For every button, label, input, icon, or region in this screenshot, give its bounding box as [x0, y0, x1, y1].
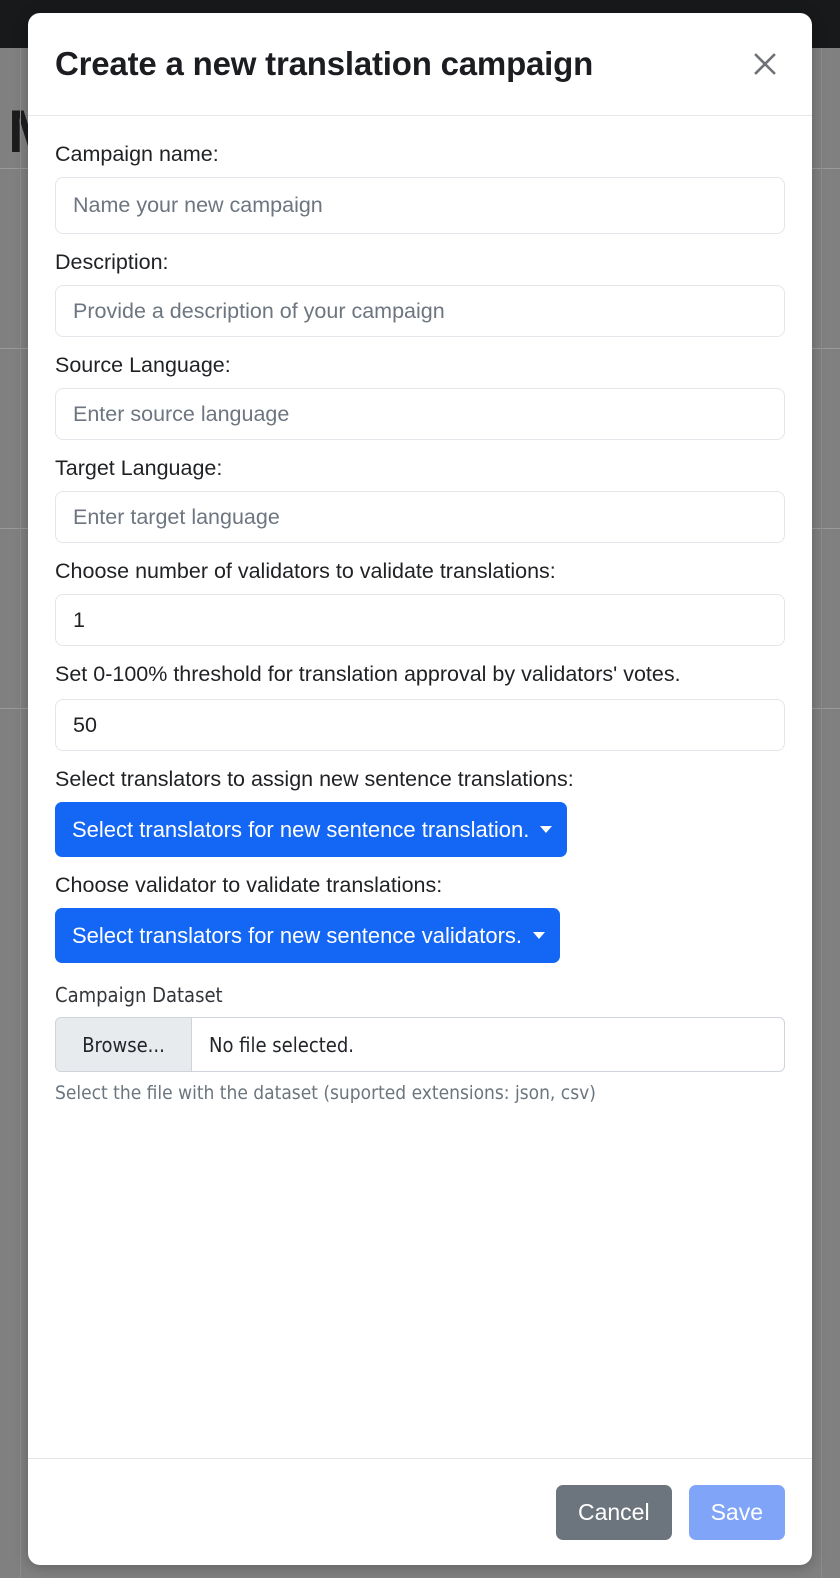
- save-button[interactable]: Save: [688, 1484, 785, 1540]
- dataset-help-text: Select the file with the dataset (suport…: [55, 1082, 596, 1105]
- target-language-field[interactable]: [55, 491, 785, 544]
- field-campaign-name: Campaign name:: [55, 140, 785, 235]
- background-divider: [821, 48, 822, 1578]
- modal-body: Campaign name: Description: Source Langu…: [28, 116, 812, 1458]
- search-input-campaign-name[interactable]: [55, 177, 785, 235]
- browse-button[interactable]: Browse...: [56, 1018, 192, 1072]
- background-divider: [20, 48, 21, 1578]
- label-target-language: Target Language:: [55, 456, 223, 481]
- field-select-validators: Choose validator to validate translation…: [55, 871, 785, 964]
- dataset-file-input[interactable]: Browse... No file selected.: [55, 1017, 785, 1073]
- chevron-down-icon: [540, 826, 553, 834]
- selected-file-name: No file selected.: [209, 1032, 354, 1057]
- validator-count-field[interactable]: [55, 594, 785, 647]
- approval-threshold-field[interactable]: [55, 699, 785, 752]
- label-approval-threshold: Set 0-100% threshold for translation app…: [55, 662, 681, 687]
- field-source-language: Source Language:: [55, 351, 785, 441]
- label-select-validators: Choose validator to validate translation…: [55, 873, 443, 898]
- modal-title: Create a new translation campaign: [55, 45, 594, 82]
- close-icon[interactable]: [745, 44, 785, 84]
- label-campaign-dataset: Campaign Dataset: [55, 983, 223, 1008]
- field-description: Description:: [55, 248, 785, 338]
- modal-footer: Cancel Save: [28, 1458, 812, 1565]
- label-select-translators: Select translators to assign new sentenc…: [55, 767, 574, 792]
- modal-header: Create a new translation campaign: [28, 13, 812, 116]
- label-source-language: Source Language:: [55, 353, 231, 378]
- chevron-down-icon: [533, 932, 546, 940]
- description-field[interactable]: [55, 285, 785, 338]
- select-translators-dropdown[interactable]: Select translators for new sentence tran…: [55, 802, 568, 858]
- field-select-translators: Select translators to assign new sentenc…: [55, 765, 785, 858]
- field-target-language: Target Language:: [55, 454, 785, 544]
- field-approval-threshold: Set 0-100% threshold for translation app…: [55, 660, 785, 752]
- cancel-button[interactable]: Cancel: [555, 1484, 672, 1540]
- create-campaign-modal: Create a new translation campaign Campai…: [28, 13, 812, 1565]
- field-campaign-dataset: Campaign Dataset Browse... No file selec…: [55, 983, 785, 1104]
- select-translators-dropdown-label: Select translators for new sentence tran…: [72, 816, 530, 842]
- select-validators-dropdown-label: Select translators for new sentence vali…: [72, 922, 523, 948]
- label-validator-count: Choose number of validators to validate …: [55, 559, 556, 584]
- label-campaign-name: Campaign name:: [55, 142, 219, 166]
- label-description: Description:: [55, 250, 169, 275]
- source-language-field[interactable]: [55, 388, 785, 441]
- field-validator-count: Choose number of validators to validate …: [55, 557, 785, 647]
- select-validators-dropdown[interactable]: Select translators for new sentence vali…: [55, 908, 561, 964]
